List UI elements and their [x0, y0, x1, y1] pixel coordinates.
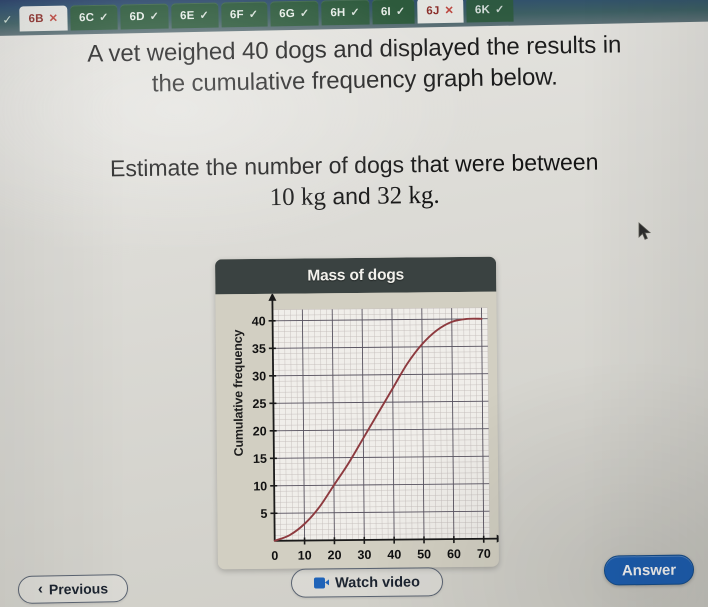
check-icon[interactable]: ✓ — [396, 5, 406, 18]
question-statement: A vet weighed 40 dogs and displayed the … — [0, 28, 708, 102]
x-axis-arrow — [496, 534, 499, 543]
y-tick-label: 5 — [260, 507, 267, 521]
y-tick-label: 40 — [252, 314, 266, 328]
browser-tab-label: 6H — [330, 6, 346, 19]
cumulative-frequency-chart-card: Mass of dogs Cumulative frequency 5 10 15 2… — [215, 256, 499, 570]
y-tick-label: 25 — [252, 397, 266, 411]
y-tick-label: 15 — [253, 452, 267, 466]
close-icon[interactable]: ✕ — [444, 4, 454, 17]
upper-bound-unit: kg — [408, 181, 434, 210]
answer-button-label: Answer — [621, 561, 677, 579]
browser-tab-label: 6I — [380, 5, 392, 18]
y-tick-label: 10 — [253, 479, 267, 493]
browser-tab-label: 6D — [129, 10, 145, 23]
browser-tab-6f[interactable]: 6F ✓ — [220, 1, 268, 28]
browser-tab-6g[interactable]: 6G ✓ — [269, 0, 319, 27]
browser-tab-label: 6F — [229, 8, 244, 21]
browser-tab-6j[interactable]: 6J ✕ — [417, 0, 464, 24]
chart-title: Mass of dogs — [307, 266, 405, 284]
browser-tab-label: 6K — [474, 3, 491, 16]
lower-bound-unit: kg — [300, 183, 327, 211]
browser-tab-6c[interactable]: 6C ✓ — [69, 4, 118, 31]
previous-button-label: Previous — [48, 580, 109, 598]
check-icon[interactable]: ✓ — [150, 10, 160, 23]
screen-photo: ✓ 6B ✕ 6C ✓ 6D ✓ 6E ✓ 6F ✓ 6G ✓ 6H ✓ 6I ✓ 6J ✕ 6K ✓ A vet we… — [0, 0, 708, 607]
y-axis-arrow — [268, 292, 277, 301]
tab-check-icon: ✓ — [2, 12, 13, 27]
prompt-conjunction: and — [332, 182, 371, 210]
chart-svg: 5101520253035400 10 20 30 40 50 60 70 — [252, 292, 499, 563]
y-tick-label: 20 — [253, 424, 267, 438]
check-icon[interactable]: ✓ — [350, 6, 360, 19]
browser-tab-label: 6C — [78, 11, 95, 24]
mouse-cursor — [638, 222, 652, 240]
browser-tab-label: 6E — [179, 9, 195, 22]
chart-plot-area: Cumulative frequency 5 10 15 20 25 30 35 40 0 10 2… — [215, 291, 499, 570]
browser-tab-6h[interactable]: 6H ✓ — [321, 0, 370, 26]
browser-tab-label: 6B — [28, 12, 44, 25]
tab-list: ✓ 6B ✕ 6C ✓ 6D ✓ 6E ✓ 6F ✓ 6G ✓ 6H ✓ 6I ✓ 6J ✕ 6K ✓ — [0, 0, 514, 32]
previous-button[interactable]: ‹ Previous — [17, 574, 129, 604]
answer-button[interactable]: Answer — [603, 554, 695, 586]
watch-video-button[interactable]: Watch video — [290, 567, 444, 598]
chart-title-bar: Mass of dogs — [215, 256, 497, 295]
browser-tab-label: 6J — [426, 4, 440, 17]
task-prompt: Estimate the number of dogs that were be… — [0, 145, 708, 217]
check-icon[interactable]: ✓ — [495, 3, 505, 16]
prompt-period: . — [433, 181, 440, 209]
browser-tab-6e[interactable]: 6E ✓ — [170, 2, 219, 29]
chevron-left-icon: ‹ — [37, 580, 44, 598]
upper-bound-value: 32 — [376, 182, 403, 210]
browser-tab-label: 6G — [279, 7, 296, 20]
video-camera-icon — [314, 577, 330, 589]
y-tick-label: 30 — [252, 369, 266, 383]
y-tick-label: 35 — [252, 342, 266, 356]
check-icon[interactable]: ✓ — [99, 11, 109, 24]
browser-tab-6k[interactable]: 6K ✓ — [465, 0, 514, 23]
lower-bound-value: 10 — [269, 183, 295, 212]
browser-tab-6i[interactable]: 6I ✓ — [371, 0, 415, 25]
browser-tab-6d[interactable]: 6D ✓ — [120, 3, 169, 30]
watch-video-label: Watch video — [334, 573, 421, 591]
check-icon[interactable]: ✓ — [199, 9, 209, 22]
browser-tab-6b[interactable]: 6B ✕ — [19, 5, 68, 32]
close-icon[interactable]: ✕ — [49, 12, 59, 25]
footer-bar: ‹ Previous Watch video Answer — [0, 554, 708, 607]
check-icon[interactable]: ✓ — [300, 7, 310, 20]
check-icon[interactable]: ✓ — [249, 8, 259, 21]
